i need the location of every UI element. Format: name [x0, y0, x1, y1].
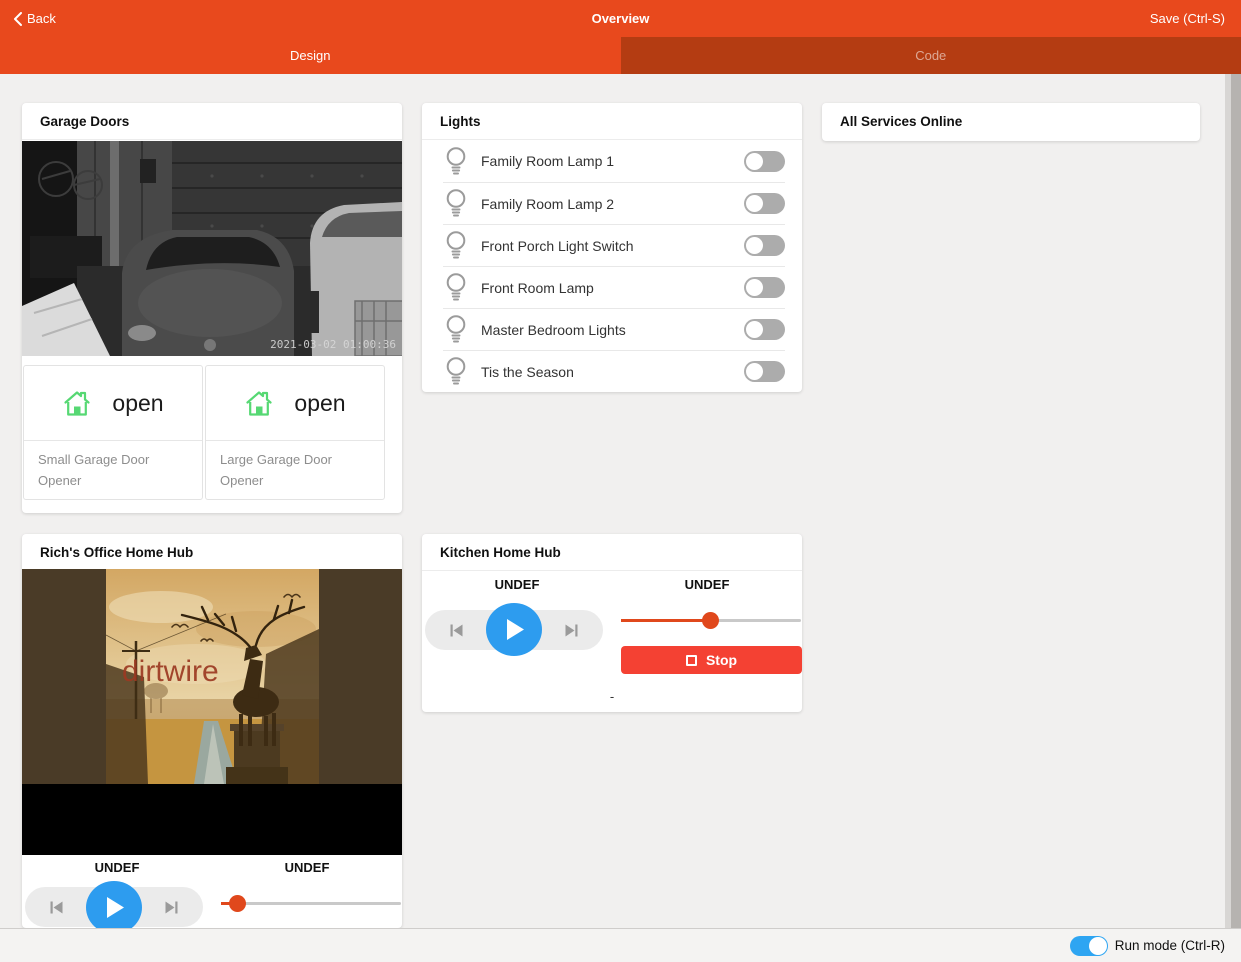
skip-next-button[interactable]	[563, 622, 580, 639]
play-icon	[105, 897, 124, 918]
garage-camera-image: 2021-03-02 01:00:36	[22, 141, 402, 356]
slider-handle[interactable]	[702, 612, 719, 629]
services-status-title: All Services Online	[822, 103, 1200, 140]
light-bulb-icon	[445, 356, 467, 387]
large-garage-opener-tile: open Large Garage Door Opener	[205, 365, 385, 500]
toggle-knob	[746, 195, 763, 212]
camera-timestamp: 2021-03-02 01:00:36	[270, 338, 396, 351]
light-label: Front Porch Light Switch	[481, 238, 744, 254]
light-bulb-icon	[445, 272, 467, 303]
skip-next-icon	[563, 622, 580, 639]
toggle-knob	[746, 237, 763, 254]
light-row-tis-the-season: Tis the Season	[422, 351, 802, 392]
run-mode-label: Run mode (Ctrl-R)	[1115, 938, 1225, 953]
toggle-knob	[746, 279, 763, 296]
page-title: Overview	[0, 0, 1241, 37]
office-status-left: UNDEF	[22, 860, 212, 875]
garage-doors-card: Garage Doors	[22, 103, 402, 513]
light-row-front-room-lamp: Front Room Lamp	[422, 267, 802, 308]
kitchen-home-hub-card: Kitchen Home Hub UNDEF UNDEF Stop -	[422, 534, 802, 712]
light-label: Family Room Lamp 1	[481, 153, 744, 169]
opener-action-label: open	[294, 390, 345, 417]
tab-design[interactable]: Design	[0, 37, 621, 74]
kitchen-hub-status-row: UNDEF UNDEF	[422, 577, 802, 592]
skip-previous-icon	[448, 622, 465, 639]
vertical-scrollbar[interactable]	[1225, 74, 1241, 928]
office-media-controls	[25, 887, 203, 927]
garage-doors-title: Garage Doors	[22, 103, 402, 140]
light-row-family-room-lamp-1: Family Room Lamp 1	[422, 140, 802, 182]
light-toggle-master-bedroom-lights[interactable]	[744, 319, 785, 340]
light-row-front-porch-light-switch: Front Porch Light Switch	[422, 225, 802, 266]
kitchen-status-right: UNDEF	[612, 577, 802, 592]
skip-previous-button[interactable]	[48, 899, 65, 916]
skip-next-icon	[163, 899, 180, 916]
lights-card: Lights Family Room Lamp 1 Family Room La…	[422, 103, 802, 392]
light-label: Tis the Season	[481, 364, 744, 380]
light-toggle-front-porch-light-switch[interactable]	[744, 235, 785, 256]
scrollbar-thumb[interactable]	[1231, 74, 1241, 928]
opener-name: Large Garage Door Opener	[206, 440, 384, 501]
toggle-knob	[746, 363, 763, 380]
tab-code[interactable]: Code	[621, 37, 1241, 74]
stop-icon	[686, 655, 697, 666]
light-bulb-icon	[445, 146, 467, 177]
slider-fill	[621, 619, 711, 622]
light-label: Master Bedroom Lights	[481, 322, 744, 338]
light-row-family-room-lamp-2: Family Room Lamp 2	[422, 183, 802, 224]
kitchen-volume-slider[interactable]	[621, 611, 801, 629]
light-row-master-bedroom-lights: Master Bedroom Lights	[422, 309, 802, 350]
play-icon	[505, 619, 524, 640]
kitchen-hub-title: Kitchen Home Hub	[422, 534, 802, 571]
kitchen-track-info: -	[422, 689, 802, 704]
large-garage-open-button[interactable]: open	[206, 366, 384, 440]
skip-previous-button[interactable]	[448, 622, 465, 639]
album-art: dirtwire	[106, 569, 319, 784]
slider-track	[221, 902, 401, 905]
opener-name: Small Garage Door Opener	[24, 440, 202, 501]
office-hub-status-row: UNDEF UNDEF	[22, 860, 402, 875]
light-label: Family Room Lamp 2	[481, 196, 744, 212]
skip-previous-icon	[48, 899, 65, 916]
kitchen-status-left: UNDEF	[422, 577, 612, 592]
opener-action-label: open	[112, 390, 163, 417]
toggle-knob	[1089, 937, 1107, 955]
office-volume-slider[interactable]	[221, 894, 401, 912]
light-label: Front Room Lamp	[481, 280, 744, 296]
light-bulb-icon	[445, 230, 467, 261]
toggle-knob	[746, 153, 763, 170]
save-button[interactable]: Save (Ctrl-S)	[1150, 0, 1225, 37]
top-bar: Back Overview Save (Ctrl-S)	[0, 0, 1241, 37]
play-button[interactable]	[486, 603, 542, 656]
kitchen-media-controls	[425, 610, 603, 650]
small-garage-open-button[interactable]: open	[24, 366, 202, 440]
tab-bar: Design Code	[0, 37, 1241, 74]
house-icon	[62, 389, 92, 417]
run-mode-toggle[interactable]	[1070, 936, 1108, 956]
light-toggle-family-room-lamp-1[interactable]	[744, 151, 785, 172]
house-icon	[244, 389, 274, 417]
lights-title: Lights	[422, 103, 802, 140]
office-hub-title: Rich's Office Home Hub	[22, 534, 402, 571]
slider-handle[interactable]	[229, 895, 246, 912]
office-home-hub-card: Rich's Office Home Hub	[22, 534, 402, 928]
light-toggle-front-room-lamp[interactable]	[744, 277, 785, 298]
stop-button[interactable]: Stop	[621, 646, 802, 674]
light-bulb-icon	[445, 314, 467, 345]
toggle-knob	[746, 321, 763, 338]
light-toggle-tis-the-season[interactable]	[744, 361, 785, 382]
light-toggle-family-room-lamp-2[interactable]	[744, 193, 785, 214]
album-art-title: dirtwire	[122, 655, 219, 688]
small-garage-opener-tile: open Small Garage Door Opener	[23, 365, 203, 500]
bottom-bar: Run mode (Ctrl-R)	[0, 928, 1241, 962]
play-button[interactable]	[86, 881, 142, 928]
office-status-right: UNDEF	[212, 860, 402, 875]
light-bulb-icon	[445, 188, 467, 219]
skip-next-button[interactable]	[163, 899, 180, 916]
stop-label: Stop	[706, 652, 737, 668]
services-status-card: All Services Online	[822, 103, 1200, 141]
